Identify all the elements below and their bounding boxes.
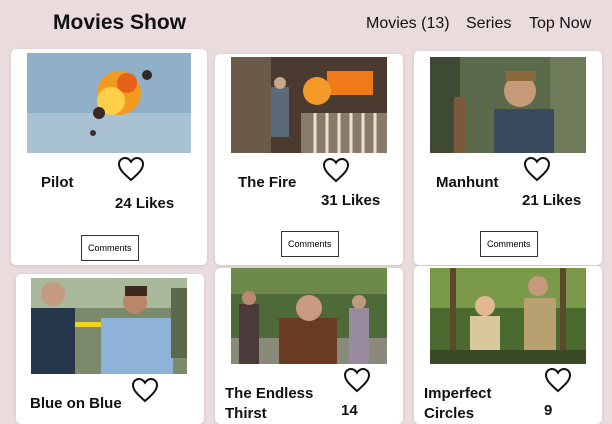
episode-thumbnail[interactable] — [430, 57, 586, 153]
episode-title: Blue on Blue — [30, 395, 122, 412]
episode-thumbnail[interactable] — [31, 278, 187, 374]
episode-card: Imperfect Circles 9 — [414, 266, 602, 424]
heart-outline-icon[interactable] — [117, 156, 145, 182]
likes-count: 21 Likes — [522, 192, 582, 209]
likes-count: 24 Likes — [115, 195, 175, 212]
episode-card: The Fire 31 Likes Comments — [215, 54, 403, 265]
nav-top-now[interactable]: Top Now — [529, 15, 591, 33]
episode-card: The Endless Thirst 14 — [215, 268, 403, 424]
episode-thumbnail[interactable] — [430, 268, 586, 364]
likes-count: 14 — [341, 402, 358, 419]
comments-button[interactable]: Comments — [480, 231, 538, 257]
comments-button[interactable]: Comments — [81, 235, 139, 261]
heart-outline-icon[interactable] — [322, 157, 350, 183]
episode-card: Blue on Blue — [16, 274, 204, 424]
heart-outline-icon[interactable] — [343, 367, 371, 393]
heart-outline-icon[interactable] — [523, 156, 551, 182]
episode-title: Manhunt — [436, 174, 499, 191]
episode-thumbnail[interactable] — [231, 268, 387, 364]
header: Movies Show Movies (13) Series Top Now — [0, 0, 612, 46]
heart-outline-icon[interactable] — [131, 377, 159, 403]
heart-outline-icon[interactable] — [544, 367, 572, 393]
episode-thumbnail[interactable] — [231, 57, 387, 153]
likes-count: 31 Likes — [321, 192, 381, 209]
nav-series[interactable]: Series — [466, 15, 511, 33]
comments-button[interactable]: Comments — [281, 231, 339, 257]
app-title: Movies Show — [53, 11, 187, 34]
episode-title: The Endless Thirst — [225, 385, 314, 422]
episode-card: Manhunt 21 Likes Comments — [414, 51, 602, 265]
episode-title: Imperfect Circles — [424, 385, 492, 422]
nav-movies[interactable]: Movies (13) — [366, 15, 450, 33]
episode-thumbnail[interactable] — [27, 53, 191, 153]
episode-card: Pilot 24 Likes Comments — [11, 49, 207, 265]
likes-count: 9 — [544, 402, 553, 419]
